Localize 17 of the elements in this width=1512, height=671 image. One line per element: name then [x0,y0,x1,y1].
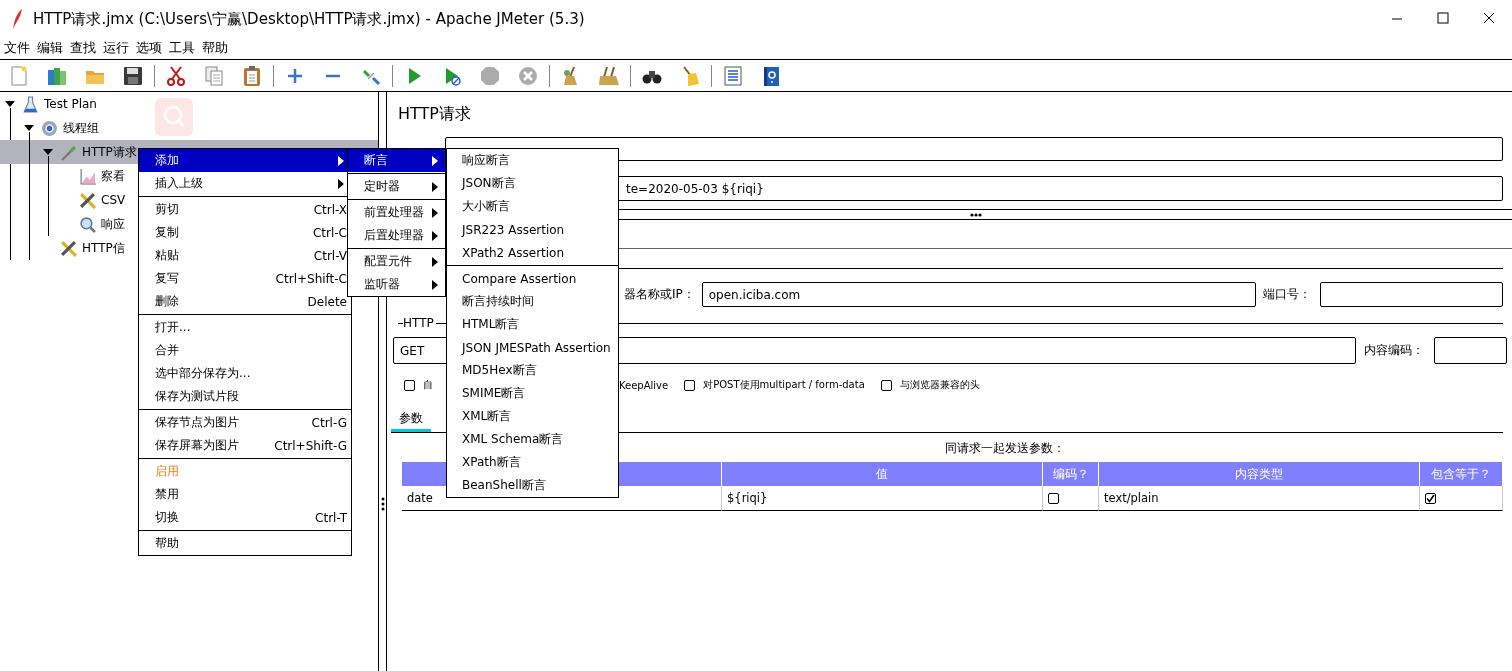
column-header: 编码？ [1043,462,1099,486]
column-header: 值 [722,462,1043,486]
table-cell: text/plain [1099,486,1420,511]
checkbox-label: 自 [423,378,433,392]
panel-title: HTTP请求 [398,104,472,124]
port-label: 端口号： [1263,286,1311,303]
column-header: 内容类型 [1099,462,1420,486]
checkbox-label: KeepAlive [619,379,669,391]
table-cell: ${riqi} [722,486,1043,511]
encoding-label: 内容编码： [1364,342,1424,359]
checkbox-label: 与浏览器兼容的头 [899,378,980,392]
table-caption: 同请求一起发送参数： [943,440,1066,456]
window-title: HTTP请求.jmx (C:\Users\宁赢\Desktop\HTTP请求.jmx) - Apache JMeter (5.3) [33,9,585,29]
checkbox-label: 对POST使用multipart / form-data [703,378,865,392]
section-title: HTTP [403,316,434,330]
column-header: 包含等于？ [1420,462,1503,486]
server-label: 器名称或IP： [624,286,695,303]
